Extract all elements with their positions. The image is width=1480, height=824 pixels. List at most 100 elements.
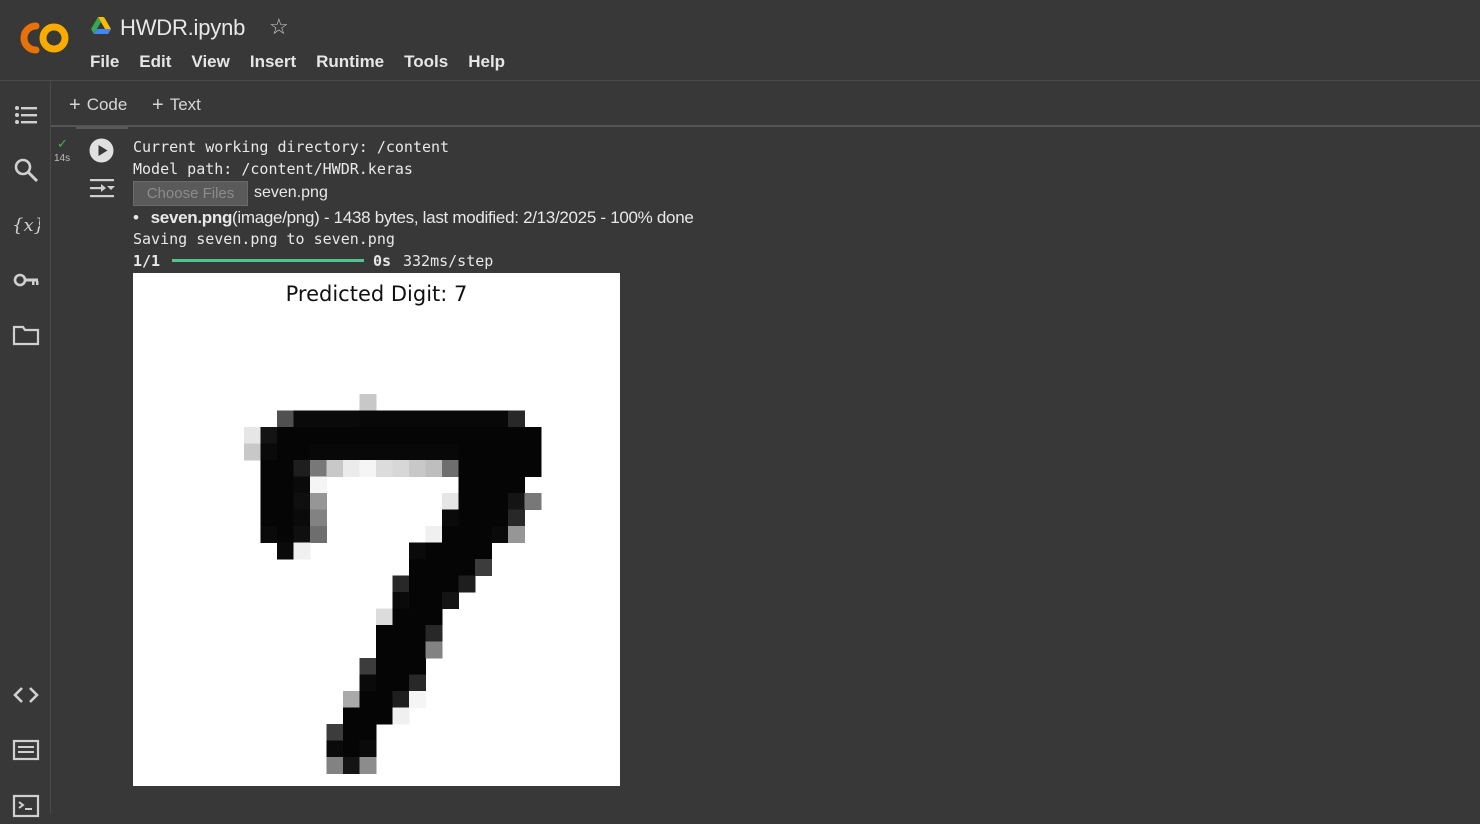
digit-pixel [409,427,426,444]
digit-pixel [458,427,476,444]
digit-pixel [458,443,476,461]
star-icon[interactable]: ☆ [269,14,289,40]
menu-help[interactable]: Help [458,51,515,73]
digit-pixel [508,443,525,461]
digit-pixel [359,691,377,708]
digit-pixel [359,394,377,411]
choose-files-button[interactable]: Choose Files [133,181,248,206]
digit-pixel [475,559,492,576]
digit-pixel [310,443,327,461]
digit-pixel [326,740,344,758]
digit-pixel [359,460,377,477]
digit-pixel [376,427,393,444]
digit-pixel [376,674,393,692]
digit-pixel [458,460,476,477]
digit-pixel [293,410,311,428]
prediction-plot: Predicted Digit: 7 [133,273,620,786]
command-palette-icon[interactable] [12,736,40,764]
add-text-cell-button[interactable]: + Text [152,93,201,116]
progress-bar [172,259,364,262]
digit-pixel [425,592,443,609]
digit-pixel [491,509,509,527]
menu-runtime[interactable]: Runtime [306,51,394,73]
digit-pixel [409,542,426,560]
digit-pixel [442,509,459,527]
secrets-key-icon[interactable] [12,266,40,294]
menu-insert[interactable]: Insert [240,51,306,73]
digit-pixel [491,443,509,461]
digit-pixel [491,526,509,543]
notebook-title[interactable]: HWDR.ipynb [120,15,245,41]
search-icon[interactable] [12,156,40,184]
google-drive-icon[interactable] [91,17,111,35]
digit-pixel [524,443,542,461]
digit-pixel [310,460,327,477]
menu-tools[interactable]: Tools [394,51,458,73]
digit-pixel [392,460,410,477]
digit-pixel [508,526,525,543]
digit-pixel [409,674,426,692]
digit-pixel [260,460,278,477]
digit-pixel [491,427,509,444]
digit-pixel [310,410,327,428]
left-sidebar: {x} [0,81,51,818]
digit-pixel [524,427,542,444]
output-actions-icon[interactable] [88,176,116,200]
files-folder-icon[interactable] [12,321,40,349]
progress-time: 0s [373,252,392,270]
digit-pixel [475,460,492,477]
terminal-icon[interactable] [12,791,40,819]
digit-image [244,394,542,774]
digit-pixel [260,509,278,527]
menu-file[interactable]: File [80,51,129,73]
digit-pixel [392,592,410,609]
digit-pixel [293,493,311,510]
add-code-cell-button[interactable]: + Code [69,93,127,116]
digit-pixel [343,724,360,741]
digit-pixel [508,410,525,428]
digit-pixel [260,493,278,510]
digit-pixel [376,608,393,626]
table-of-contents-icon[interactable] [12,101,40,129]
digit-pixel [442,526,459,543]
run-cell-button[interactable] [89,138,114,163]
digit-pixel [359,443,377,461]
digit-pixel [293,460,311,477]
digit-pixel [326,757,344,774]
digit-pixel [409,410,426,428]
digit-pixel [244,443,261,461]
digit-pixel [376,410,393,428]
add-text-label: Text [169,95,201,114]
digit-pixel [326,460,344,477]
digit-pixel [343,410,360,428]
digit-pixel [409,625,426,642]
code-snippets-icon[interactable] [12,681,40,709]
colab-logo[interactable] [16,18,74,58]
menu-edit[interactable]: Edit [129,51,181,73]
digit-pixel [425,443,443,461]
digit-pixel [475,410,492,428]
digit-pixel [475,526,492,543]
variables-icon[interactable]: {x} [12,211,45,239]
digit-pixel [392,608,410,626]
digit-pixel [491,493,509,510]
plus-icon: + [152,94,164,116]
digit-pixel [392,674,410,692]
digit-pixel [475,493,492,510]
digit-pixel [310,526,327,543]
digit-pixel [277,493,294,510]
digit-pixel [392,575,410,593]
digit-pixel [260,526,278,543]
digit-pixel [458,493,476,510]
menu-view[interactable]: View [181,51,239,73]
digit-pixel [425,460,443,477]
cell-top-line [76,127,128,129]
output-saving-line: Saving seven.png to seven.png [133,230,395,248]
digit-pixel [508,476,525,494]
digit-pixel [343,757,360,774]
digit-pixel [409,641,426,659]
digit-pixel [392,410,410,428]
digit-pixel [376,460,393,477]
digit-pixel [277,476,294,494]
digit-pixel [409,443,426,461]
